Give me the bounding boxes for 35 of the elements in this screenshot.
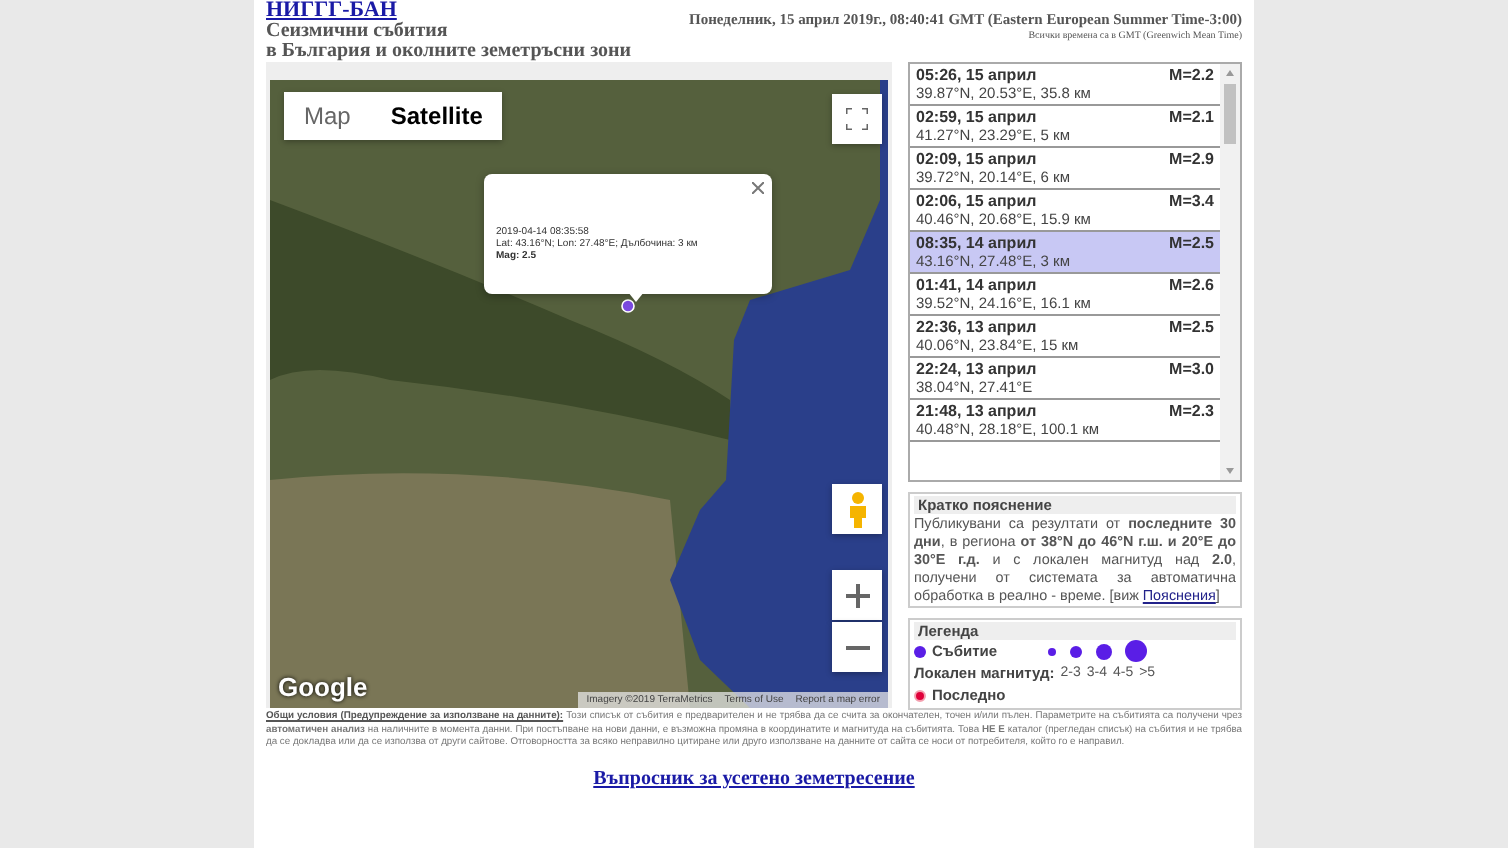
event-magnitude: M=2.5: [1169, 318, 1214, 336]
event-magnitude: M=3.0: [1169, 360, 1214, 378]
event-magnitude: M=2.9: [1169, 150, 1214, 168]
event-time: 22:36, 13 април: [916, 318, 1037, 336]
event-time: 02:09, 15 април: [916, 150, 1037, 168]
map-type-tab[interactable]: Satellite: [370, 92, 503, 140]
fullscreen-icon: [846, 108, 868, 130]
event-time: 02:06, 15 април: [916, 192, 1037, 210]
map-type-tab[interactable]: Map: [284, 92, 371, 140]
event-magnitude: M=2.6: [1169, 276, 1214, 294]
event-time: 08:35, 14 април: [916, 234, 1037, 252]
scrollbar-icon[interactable]: [1220, 64, 1240, 480]
event-time: 01:41, 14 април: [916, 276, 1037, 294]
site-title-link[interactable]: НИГГГ-БАН: [266, 0, 632, 22]
event-time: 02:59, 15 април: [916, 108, 1037, 126]
event-dot-icon: [914, 645, 926, 657]
event-magnitude: M=3.4: [1169, 192, 1214, 210]
person-icon: [847, 491, 867, 527]
latest-dot-icon: [914, 689, 926, 701]
close-icon[interactable]: [752, 182, 764, 194]
event-time: 22:24, 13 април: [916, 360, 1037, 378]
page-subtitle: в България и околните земетръсни зони: [266, 42, 632, 62]
event-magnitude: M=2.1: [1169, 108, 1214, 126]
zoom-in-button[interactable]: [832, 570, 882, 620]
event-time: 21:48, 13 април: [916, 402, 1037, 420]
zoom-out-button[interactable]: [832, 622, 882, 672]
questionnaire-link[interactable]: Въпросник за усетено земетресение: [593, 767, 915, 789]
event-magnitude: M=2.5: [1169, 234, 1214, 252]
plus-icon: [845, 583, 869, 607]
event-magnitude: M=2.3: [1169, 402, 1214, 420]
map-logo: Google: [278, 672, 368, 702]
page-subtitle: Сеизмични събития: [266, 22, 450, 42]
minus-icon: [845, 645, 869, 649]
event-time: 05:26, 15 април: [916, 66, 1037, 84]
event-magnitude: M=2.2: [1169, 66, 1214, 84]
